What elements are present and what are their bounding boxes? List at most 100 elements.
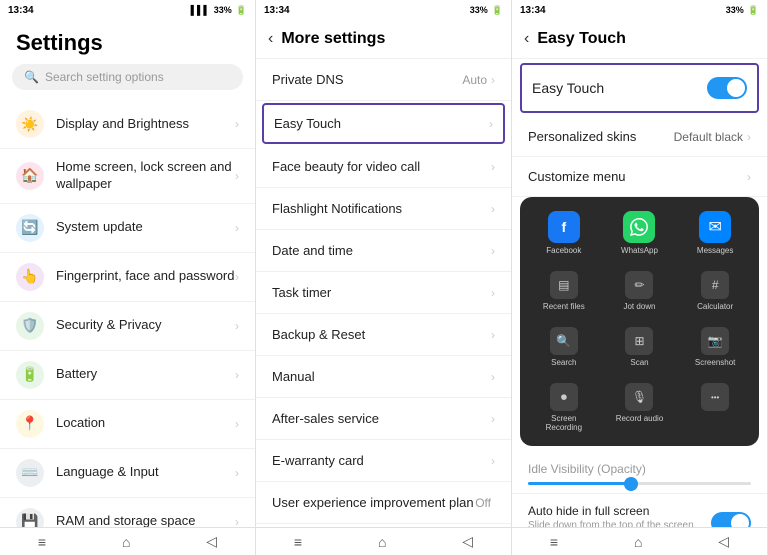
private-dns-value: Auto (462, 73, 487, 87)
customize-label: Customize menu (528, 169, 747, 184)
jotdown-label: Jot down (623, 302, 655, 311)
menu-item-security[interactable]: 🛡️ Security & Privacy › (0, 302, 255, 351)
row-ewarranty[interactable]: E-warranty card › (256, 440, 511, 482)
location-icon: 📍 (16, 410, 44, 438)
app-whatsapp[interactable]: WhatsApp (604, 205, 676, 261)
recent-icon: ▤ (550, 271, 578, 299)
home-btn-1[interactable]: ⌂ (122, 534, 130, 550)
flashlight-label: Flashlight Notifications (272, 201, 491, 216)
ram-label: RAM and storage space (56, 513, 235, 527)
menu-btn-2[interactable]: ≡ (294, 534, 302, 550)
menu-btn-3[interactable]: ≡ (550, 534, 558, 550)
app-search[interactable]: 🔍 Search (528, 321, 600, 373)
backup-arrow: › (491, 328, 495, 342)
back-btn-3[interactable]: ◁ (718, 533, 729, 550)
easy-touch-toggle[interactable] (707, 77, 747, 99)
menu-item-display[interactable]: ☀️ Display and Brightness › (0, 100, 255, 149)
back-btn-2[interactable]: ◁ (462, 533, 473, 550)
easy-touch-toggle-label: Easy Touch (532, 80, 707, 96)
battery-pct-2: 33% (470, 5, 488, 15)
row-after-sales[interactable]: After-sales service › (256, 398, 511, 440)
search-func-icon: 🔍 (550, 327, 578, 355)
location-label: Location (56, 415, 235, 432)
app-overlay: f Facebook WhatsApp ✉ Messages ▤ Recent … (520, 197, 759, 446)
home-btn-2[interactable]: ⌂ (378, 534, 386, 550)
personalized-value: Default black (674, 130, 743, 144)
app-screenshot[interactable]: 📷 Screenshot (679, 321, 751, 373)
row-datetime[interactable]: Date and time › (256, 230, 511, 272)
back-arrow-3[interactable]: ‹ (524, 30, 529, 48)
display-label: Display and Brightness (56, 116, 235, 133)
ram-arrow: › (235, 515, 239, 527)
easy-touch-content: Easy Touch Personalized skins Default bl… (512, 59, 767, 527)
app-facebook[interactable]: f Facebook (528, 205, 600, 261)
app-screen-rec[interactable]: ⏺ Screen Recording (528, 377, 600, 438)
easy-touch-arrow: › (489, 117, 493, 131)
screenshot-label: Screenshot (695, 358, 735, 367)
app-messages[interactable]: ✉ Messages (679, 205, 751, 261)
menu-item-system[interactable]: 🔄 System update › (0, 204, 255, 253)
row-manual[interactable]: Manual › (256, 356, 511, 398)
system-arrow: › (235, 221, 239, 235)
after-sales-arrow: › (491, 412, 495, 426)
fingerprint-label: Fingerprint, face and password (56, 268, 235, 285)
fb-icon: f (548, 211, 580, 243)
battery-label: Battery (56, 366, 235, 383)
app-calculator[interactable]: # Calculator (679, 265, 751, 317)
face-beauty-arrow: › (491, 160, 495, 174)
opacity-slider[interactable] (528, 482, 751, 485)
user-exp-label: User experience improvement plan (272, 495, 475, 510)
battery-icon-3: 🔋 (748, 5, 759, 16)
msg-icon: ✉ (699, 211, 731, 243)
time-2: 13:34 (264, 5, 290, 16)
row-user-exp[interactable]: User experience improvement plan Off (256, 482, 511, 524)
back-arrow-2[interactable]: ‹ (268, 30, 273, 48)
row-backup[interactable]: Backup & Reset › (256, 314, 511, 356)
panel-settings: 13:34 ▌▌▌ 33% 🔋 Settings 🔍 Search settin… (0, 0, 256, 555)
language-arrow: › (235, 466, 239, 480)
homescreen-icon: 🏠 (16, 162, 44, 190)
auto-hide-fullscreen-text: Auto hide in full screen Slide down from… (528, 504, 703, 527)
search-bar[interactable]: 🔍 Search setting options (12, 64, 243, 90)
row-private-dns[interactable]: Private DNS Auto › (256, 59, 511, 101)
menu-item-homescreen[interactable]: 🏠 Home screen, lock screen and wallpaper… (0, 149, 255, 204)
app-scan[interactable]: ⊞ Scan (604, 321, 676, 373)
battery-label-1: 33% (214, 5, 232, 15)
menu-item-location[interactable]: 📍 Location › (0, 400, 255, 449)
row-personalized[interactable]: Personalized skins Default black › (512, 117, 767, 157)
app-jotdown[interactable]: ✏ Jot down (604, 265, 676, 317)
menu-item-language[interactable]: ⌨️ Language & Input › (0, 449, 255, 498)
row-customize[interactable]: Customize menu › (512, 157, 767, 197)
display-arrow: › (235, 117, 239, 131)
search-placeholder: Search setting options (45, 70, 164, 84)
auto-hide-fullscreen-title: Auto hide in full screen (528, 504, 703, 518)
location-arrow: › (235, 417, 239, 431)
menu-item-fingerprint[interactable]: 👆 Fingerprint, face and password › (0, 253, 255, 302)
wa-label: WhatsApp (621, 246, 658, 255)
app-more[interactable]: ••• (679, 377, 751, 438)
homescreen-label: Home screen, lock screen and wallpaper (56, 159, 235, 193)
fingerprint-icon: 👆 (16, 263, 44, 291)
auto-hide-fullscreen-sub: Slide down from the top of the screen to… (528, 520, 703, 527)
app-record-audio[interactable]: 🎙 Record audio (604, 377, 676, 438)
easy-touch-header: ‹ Easy Touch (512, 20, 767, 59)
row-face-beauty[interactable]: Face beauty for video call › (256, 146, 511, 188)
back-btn-1[interactable]: ◁ (206, 533, 217, 550)
menu-item-ram[interactable]: 💾 RAM and storage space › (0, 498, 255, 527)
app-recent[interactable]: ▤ Recent files (528, 265, 600, 317)
row-easy-touch[interactable]: Easy Touch › (262, 103, 505, 144)
row-task-timer[interactable]: Task timer › (256, 272, 511, 314)
panel-easy-touch: 13:34 33% 🔋 ‹ Easy Touch Easy Touch Pers… (512, 0, 768, 555)
easy-touch-main-row[interactable]: Easy Touch (520, 63, 759, 113)
battery-arrow: › (235, 368, 239, 382)
menu-btn-1[interactable]: ≡ (38, 534, 46, 550)
time-1: 13:34 (8, 5, 34, 16)
auto-hide-fullscreen-toggle[interactable] (711, 512, 751, 527)
slider-thumb[interactable] (624, 477, 638, 491)
menu-item-battery[interactable]: 🔋 Battery › (0, 351, 255, 400)
home-btn-3[interactable]: ⌂ (634, 534, 642, 550)
auto-hide-fullscreen-row[interactable]: Auto hide in full screen Slide down from… (512, 494, 767, 527)
row-flashlight[interactable]: Flashlight Notifications › (256, 188, 511, 230)
face-beauty-label: Face beauty for video call (272, 159, 491, 174)
screenshot-icon: 📷 (701, 327, 729, 355)
